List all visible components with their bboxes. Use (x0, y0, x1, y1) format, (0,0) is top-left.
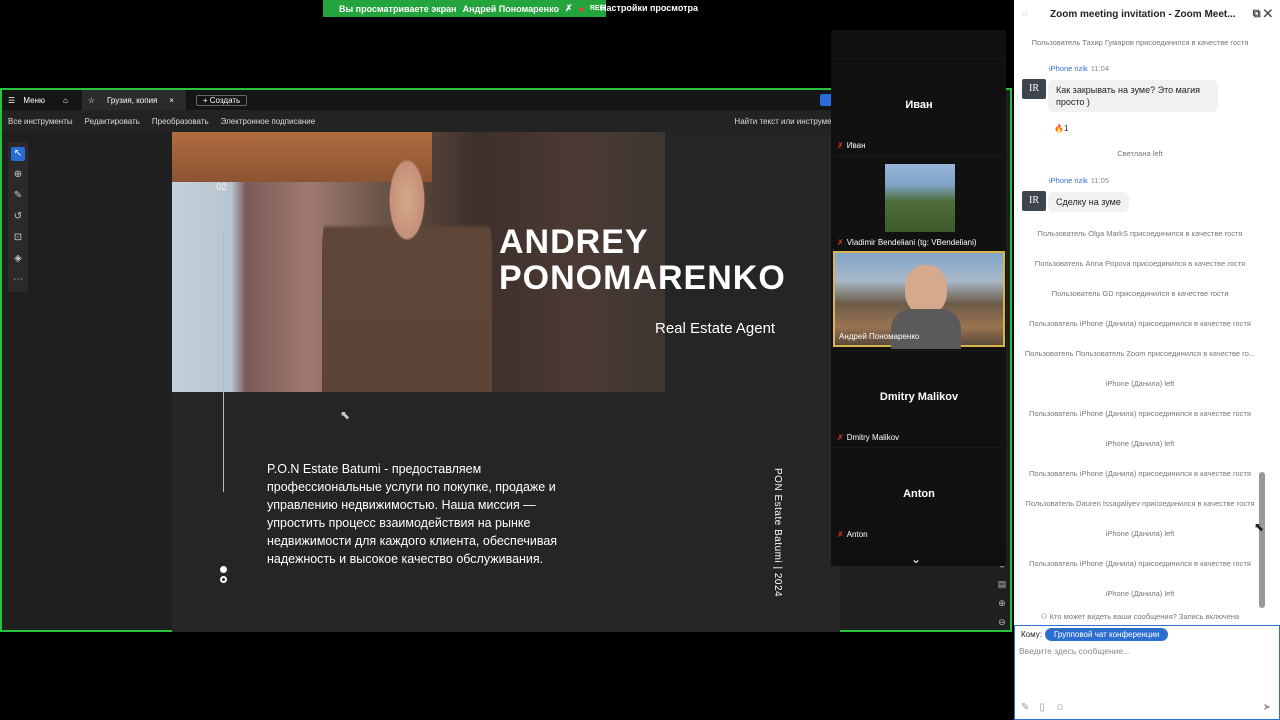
stamp-icon[interactable]: ◈ (11, 252, 25, 266)
participant-tile[interactable]: Dmitry Malikov ✗ Dmitry Malikov (833, 350, 1005, 446)
menu-button[interactable]: ☰ Меню (2, 96, 57, 105)
system-message: Пользователь iPhone (Данила) присоединил… (1029, 559, 1251, 568)
chat-message: Как закрывать на зуме? Это магия просто … (1048, 80, 1218, 112)
rec-dot-icon: ● (578, 3, 584, 14)
agent-role: Real Estate Agent (655, 320, 776, 337)
select-cursor-icon[interactable]: ↖ (11, 147, 25, 161)
system-message: Пользователь Тахир Гумаров присоединился… (1031, 38, 1249, 47)
close-tab-icon[interactable]: × (163, 96, 180, 105)
message-sender: iPhone rizik 11:04 (1049, 64, 1109, 73)
acrobat-menu-bar: Все инструменты Редактировать Преобразов… (2, 110, 842, 132)
system-message: iPhone (Данила) left (1105, 439, 1175, 448)
avatar: IR (1022, 191, 1046, 211)
participant-tile[interactable]: ✗ Vladimir Bendeliani (tg: VBendeliani) (833, 155, 1005, 251)
create-button[interactable]: + Создать (195, 94, 248, 106)
menu-esign[interactable]: Электронное подписание (215, 117, 322, 126)
mic-muted-icon: ✗ (837, 141, 844, 150)
page-icon[interactable]: ▤ (994, 579, 1010, 598)
mouse-cursor-icon: ⬉ (1254, 520, 1265, 534)
star-icon[interactable]: ☆ (82, 96, 101, 105)
system-message: iPhone (Данила) left (1105, 589, 1175, 598)
menu-convert[interactable]: Преобразовать (146, 117, 215, 126)
agent-portrait (322, 152, 492, 392)
format-icon[interactable]: ✎ (1021, 702, 1029, 713)
chat-icon: ◌ (1022, 8, 1028, 18)
chat-message: Сделку на зуме (1048, 192, 1129, 212)
system-message: iPhone (Данила) left (1105, 379, 1175, 388)
video-gallery: Иван ✗ Иван ✗ Vladimir Bendeliani (tg: VBe… (831, 30, 1006, 566)
zoom-out-icon[interactable]: ⊖ (994, 617, 1010, 636)
mic-muted-icon: ✗ (837, 530, 844, 539)
avatar: IR (1022, 79, 1046, 99)
recipient-dropdown[interactable]: Групповой чат конференции (1045, 628, 1169, 641)
text-box-icon[interactable]: ⊡ (11, 231, 25, 245)
acrobat-right-tools: ↻ ▤ ⊕ ⊖ (994, 560, 1010, 636)
vertical-caption: PON Estate Batumi | 2024 (772, 468, 783, 598)
menu-edit[interactable]: Редактировать (79, 117, 146, 126)
recipient-label: Кому: (1021, 630, 1042, 639)
slide-dots (220, 566, 227, 586)
people-icon: ⚇ (1040, 612, 1050, 621)
system-message: Пользователь Dauren Issagaliyev присоеди… (1025, 499, 1255, 508)
pen-icon[interactable]: ✎ (11, 189, 25, 203)
system-message: iPhone (Данила) left (1105, 529, 1175, 538)
message-input[interactable]: Введите здесь сообщение... (1019, 646, 1130, 656)
privacy-notice[interactable]: ⚇ Кто может видеть ваши сообщения? Запис… (1014, 612, 1266, 621)
send-icon[interactable]: ➤ (1263, 702, 1271, 713)
chat-header: ◌ Zoom meeting invitation - Zoom Meet...… (1022, 7, 1272, 21)
acrobat-toolbar: ↖ ⊕ ✎ ↺ ⊡ ◈ ⋯ (8, 142, 28, 292)
reaction-badge[interactable]: 🔥1 (1054, 124, 1068, 133)
mic-muted-icon: ✗ (564, 3, 573, 13)
share-banner: Вы просматриваете экран Андрей Пономарен… (323, 0, 606, 17)
zoom-icon[interactable]: ⊕ (11, 168, 25, 182)
participant-photo (885, 164, 955, 232)
home-icon[interactable]: ⌂ (57, 96, 74, 105)
company-description: P.O.N Estate Batumi - предоставляем проф… (267, 462, 558, 566)
active-speaker-tile[interactable]: Андрей Пономаренко (833, 251, 1005, 349)
system-message: Пользователь GD присоединился в качестве… (1051, 289, 1229, 298)
chevron-down-icon[interactable]: ⌄ (911, 552, 921, 566)
view-settings-link[interactable]: Настройки просмотра (600, 3, 698, 13)
find-tool-search[interactable]: Найти текст или инструмен (728, 117, 842, 126)
system-message: Пользователь iPhone (Данила) присоединил… (1029, 409, 1251, 418)
file-icon[interactable]: ▯ (1039, 702, 1045, 713)
more-icon[interactable]: ⋯ (11, 273, 25, 287)
message-sender: iPhone rizik 11:05 (1049, 176, 1109, 185)
system-message: Пользователь iPhone (Данила) присоединил… (1029, 319, 1251, 328)
participant-tile[interactable]: Anton ✗ Anton (833, 447, 1005, 543)
chat-panel: ◌ Zoom meeting invitation - Zoom Meet...… (1014, 0, 1280, 720)
popout-close-icon[interactable]: ⧉ ✕ (1253, 8, 1272, 21)
mic-muted-icon: ✗ (837, 433, 844, 442)
system-message: Пользователь Anna Popova присоединился в… (1034, 259, 1246, 268)
document-tab[interactable]: ☆ Грузия, копия × (81, 90, 186, 110)
system-message: Пользователь Olga MarkS присоединился в … (1037, 229, 1243, 238)
system-message: Пользователь Пользователь Zoom присоедин… (1024, 349, 1256, 358)
presentation-slide: 02 ANDREY PONOMARENKO Real Estate Agent … (172, 132, 840, 632)
mouse-cursor-icon: ⬉ (340, 408, 351, 422)
lasso-icon[interactable]: ↺ (11, 210, 25, 224)
slide-number: 02 (216, 182, 228, 193)
divider-line (223, 232, 224, 492)
acrobat-tab-bar: ☰ Меню ⌂ ☆ Грузия, копия × + Создать (2, 90, 842, 110)
chat-scrollbar[interactable] (1259, 472, 1265, 608)
agent-name: ANDREY PONOMARENKO (499, 223, 786, 297)
participant-tile[interactable]: Иван ✗ Иван (833, 58, 1005, 154)
emoji-icon[interactable]: ☺ (1055, 702, 1065, 713)
mic-muted-icon: ✗ (837, 238, 844, 247)
zoom-in-icon[interactable]: ⊕ (994, 598, 1010, 617)
system-message: Пользователь iPhone (Данила) присоединил… (1029, 469, 1251, 478)
menu-all-tools[interactable]: Все инструменты (2, 117, 79, 126)
system-message: Светлана left (1117, 149, 1163, 158)
chat-compose: Кому: Групповой чат конференции Введите … (1014, 625, 1280, 720)
